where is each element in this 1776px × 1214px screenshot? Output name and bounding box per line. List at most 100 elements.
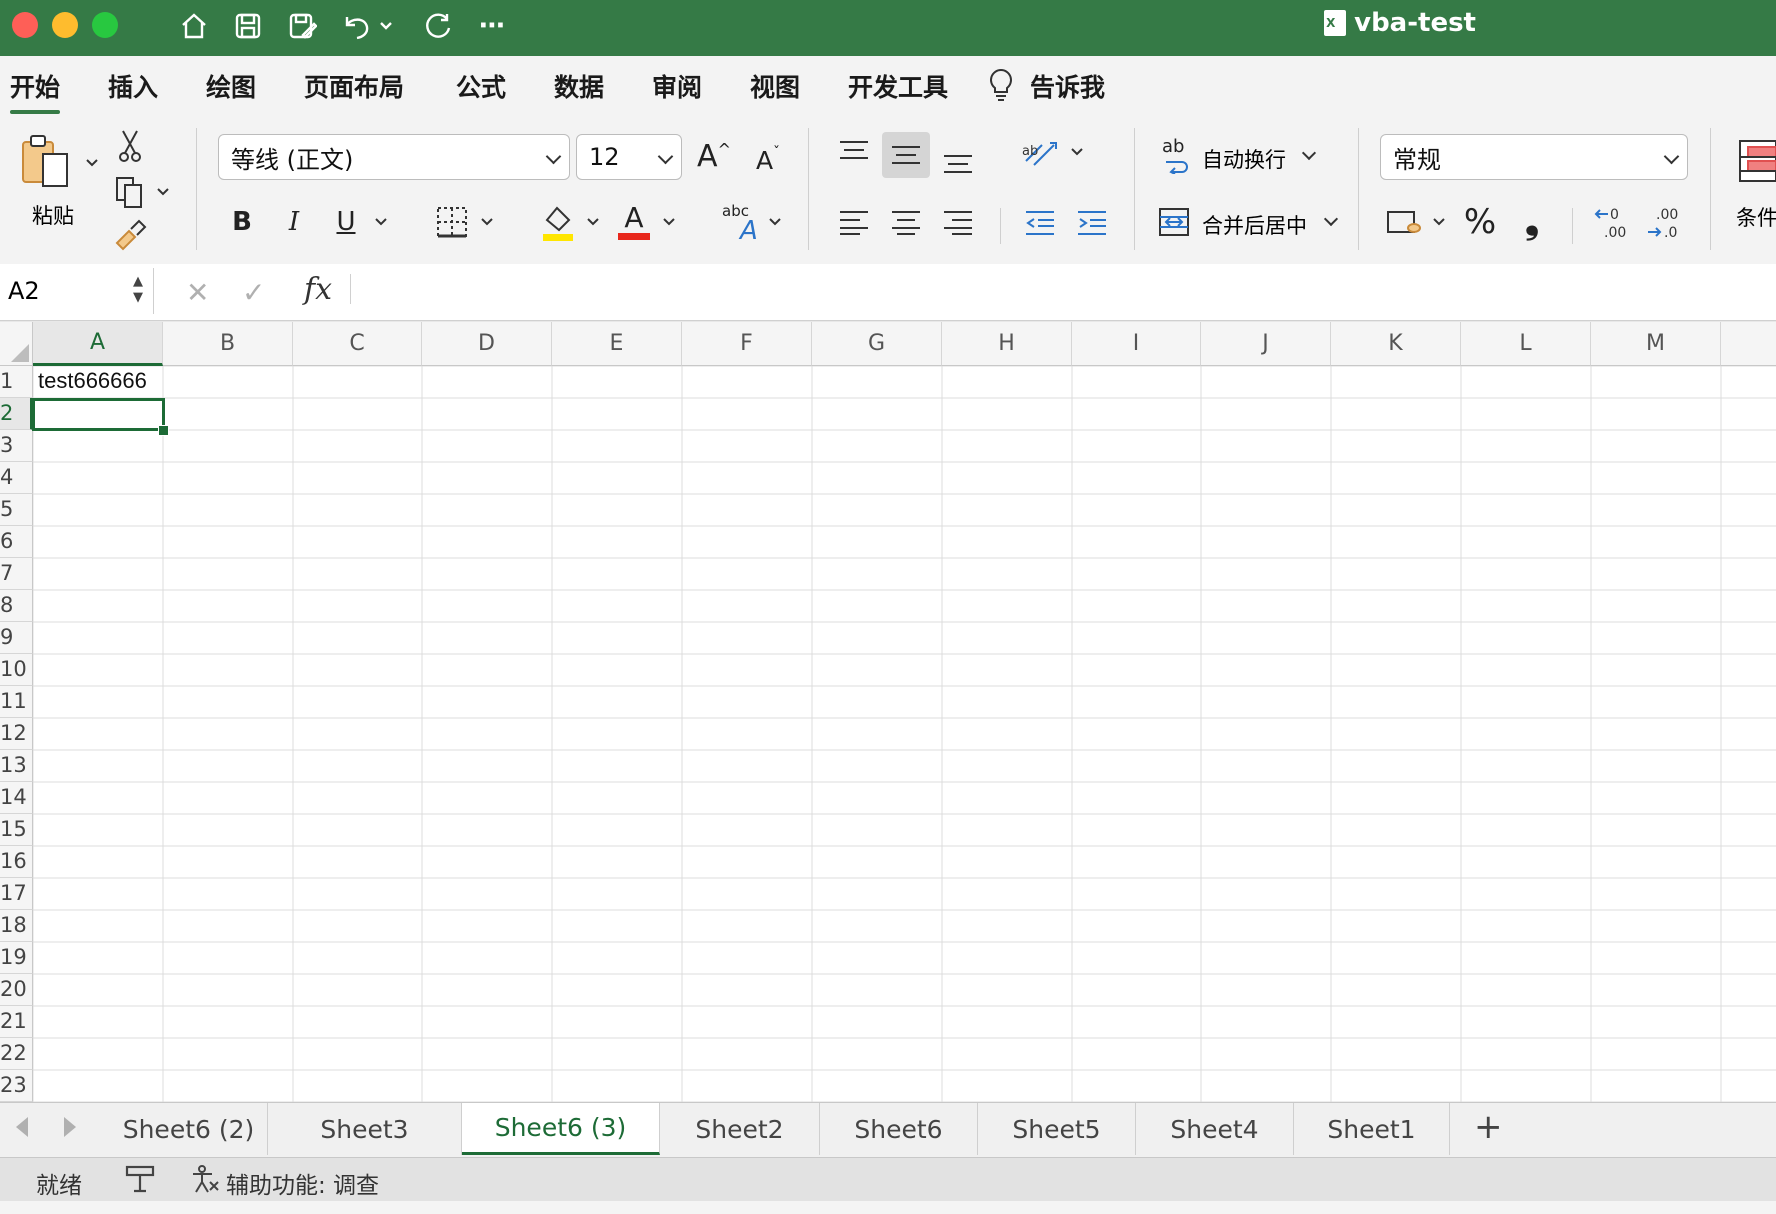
wrap-text-icon[interactable]: ab — [1158, 136, 1194, 176]
sheet-tab-8[interactable]: Sheet1 — [1294, 1103, 1450, 1155]
row-header-17[interactable]: 17 — [0, 878, 33, 910]
column-header-i[interactable]: I — [1072, 322, 1201, 366]
row-header-7[interactable]: 7 — [0, 558, 33, 590]
column-header-m[interactable]: M — [1591, 322, 1721, 366]
name-box[interactable]: A2 ▲ ▼ — [0, 268, 154, 314]
column-header-k[interactable]: K — [1331, 322, 1461, 366]
formula-input[interactable] — [366, 270, 1766, 310]
underline-button[interactable]: U — [328, 202, 364, 242]
copy-icon[interactable] — [112, 174, 148, 210]
row-header-11[interactable]: 11 — [0, 686, 33, 718]
row-header-2[interactable]: 2 — [0, 398, 33, 430]
accessibility-icon[interactable] — [190, 1164, 220, 1200]
decrease-indent-icon[interactable] — [1018, 202, 1062, 242]
borders-icon[interactable] — [432, 202, 472, 242]
row-header-8[interactable]: 8 — [0, 590, 33, 622]
italic-button[interactable]: I — [276, 202, 312, 242]
align-left-icon[interactable] — [832, 202, 876, 242]
column-header-a[interactable]: A — [33, 322, 163, 366]
row-header-6[interactable]: 6 — [0, 526, 33, 558]
name-box-stepper-icon[interactable]: ▲ ▼ — [133, 274, 143, 306]
decrease-font-size-button[interactable]: Aˇ — [748, 140, 788, 180]
more-options-icon[interactable]: ⋯ — [472, 8, 512, 44]
lightbulb-icon[interactable] — [988, 68, 1014, 106]
row-header-16[interactable]: 16 — [0, 846, 33, 878]
save-icon[interactable] — [228, 8, 268, 44]
underline-dropdown-icon[interactable] — [372, 212, 390, 232]
row-header-18[interactable]: 18 — [0, 910, 33, 942]
status-accessibility[interactable]: 辅助功能: 调查 — [226, 1166, 379, 1200]
increase-indent-icon[interactable] — [1070, 202, 1114, 242]
row-header-22[interactable]: 22 — [0, 1038, 33, 1070]
font-color-button[interactable]: A — [614, 198, 654, 244]
column-header-overflow[interactable] — [1721, 322, 1776, 366]
row-header-12[interactable]: 12 — [0, 718, 33, 750]
sheet-tab-7[interactable]: Sheet4 — [1136, 1103, 1294, 1155]
undo-dropdown-icon[interactable] — [376, 8, 396, 44]
copy-dropdown-icon[interactable] — [154, 182, 172, 202]
align-bottom-icon[interactable] — [936, 140, 980, 180]
orientation-icon[interactable]: ab — [1016, 132, 1064, 172]
column-header-h[interactable]: H — [942, 322, 1072, 366]
macro-recorder-icon[interactable] — [124, 1164, 156, 1200]
column-header-j[interactable]: J — [1201, 322, 1331, 366]
row-header-9[interactable]: 9 — [0, 622, 33, 654]
add-sheet-button[interactable]: + — [1474, 1107, 1503, 1147]
row-header-4[interactable]: 4 — [0, 462, 33, 494]
conditional-formatting-button[interactable]: 条件 — [1736, 202, 1776, 232]
row-header-14[interactable]: 14 — [0, 782, 33, 814]
tab-insert[interactable]: 插入 — [108, 68, 158, 104]
column-header-l[interactable]: L — [1461, 322, 1591, 366]
home-icon[interactable] — [174, 8, 214, 44]
borders-dropdown-icon[interactable] — [478, 212, 496, 232]
orientation-dropdown-icon[interactable] — [1068, 142, 1086, 162]
tab-home[interactable]: 开始 — [10, 68, 61, 114]
row-header-10[interactable]: 10 — [0, 654, 33, 686]
scroll-right-icon[interactable] — [64, 1117, 76, 1137]
font-color-dropdown-icon[interactable] — [660, 212, 678, 232]
increase-decimal-icon[interactable]: 0.00 — [1592, 202, 1636, 242]
insert-function-button[interactable]: fx — [304, 272, 332, 307]
sheet-tab-3[interactable]: Sheet6 (3) — [462, 1103, 660, 1155]
column-header-c[interactable]: C — [293, 322, 422, 366]
enter-formula-icon[interactable]: ✓ — [242, 276, 265, 309]
column-header-f[interactable]: F — [682, 322, 812, 366]
redo-icon[interactable] — [418, 8, 458, 44]
cell-a2-selection[interactable] — [32, 398, 165, 431]
save-as-icon[interactable] — [282, 8, 322, 44]
percent-style-button[interactable]: % — [1460, 200, 1500, 244]
row-header-21[interactable]: 21 — [0, 1006, 33, 1038]
paste-icon[interactable] — [16, 132, 76, 192]
column-header-g[interactable]: G — [812, 322, 942, 366]
row-header-15[interactable]: 15 — [0, 814, 33, 846]
undo-icon[interactable] — [336, 8, 376, 44]
paste-dropdown-icon[interactable] — [82, 148, 102, 178]
accounting-dropdown-icon[interactable] — [1430, 212, 1448, 232]
fill-color-icon[interactable] — [538, 200, 578, 244]
sheet-tab-2[interactable]: Sheet3 — [268, 1103, 462, 1155]
wrap-text-dropdown-icon[interactable] — [1301, 145, 1317, 161]
font-name-dropdown[interactable]: 等线 (正文) — [218, 134, 570, 180]
row-header-5[interactable]: 5 — [0, 494, 33, 526]
tab-page-layout[interactable]: 页面布局 — [304, 68, 404, 104]
row-header-3[interactable]: 3 — [0, 430, 33, 462]
merge-center-dropdown-icon[interactable] — [1323, 211, 1339, 227]
increase-font-size-button[interactable]: A ^ — [694, 136, 734, 176]
tab-data[interactable]: 数据 — [554, 68, 604, 104]
paste-label[interactable]: 粘贴 — [32, 200, 74, 230]
row-header-20[interactable]: 20 — [0, 974, 33, 1006]
tab-view[interactable]: 视图 — [750, 68, 800, 104]
bold-button[interactable]: B — [224, 202, 260, 242]
minimize-window-button[interactable] — [52, 12, 78, 38]
font-size-dropdown[interactable]: 12 — [576, 134, 682, 180]
align-right-icon[interactable] — [936, 202, 980, 242]
sheet-tab-5[interactable]: Sheet6 — [820, 1103, 978, 1155]
conditional-formatting-icon[interactable] — [1738, 136, 1776, 186]
tab-draw[interactable]: 绘图 — [206, 68, 256, 104]
maximize-window-button[interactable] — [92, 12, 118, 38]
row-header-13[interactable]: 13 — [0, 750, 33, 782]
align-middle-icon[interactable] — [882, 132, 930, 178]
row-header-23[interactable]: 23 — [0, 1070, 33, 1102]
row-header-1[interactable]: 1 — [0, 366, 33, 398]
column-header-b[interactable]: B — [163, 322, 293, 366]
